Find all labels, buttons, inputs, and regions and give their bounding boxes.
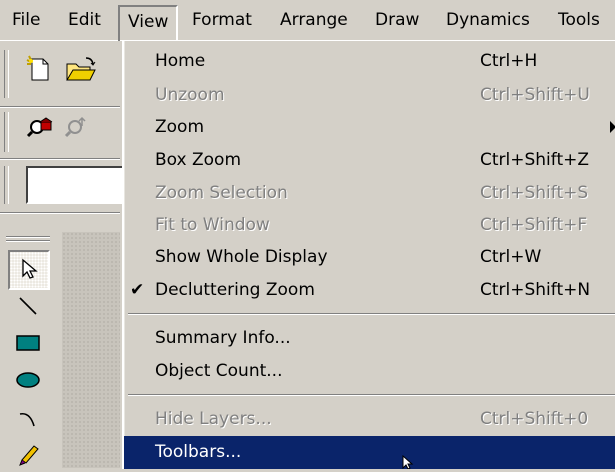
- toolbar-divider: [0, 212, 120, 214]
- menu-item-label: Summary Info...: [155, 328, 291, 348]
- arc-icon: [19, 412, 35, 427]
- line-icon: [19, 297, 37, 315]
- menu-edit[interactable]: Edit: [60, 0, 109, 40]
- palette-grip[interactable]: [6, 240, 50, 242]
- menu-item-label: Decluttering Zoom: [155, 280, 315, 300]
- menu-item-summary-info[interactable]: Summary Info...: [124, 322, 615, 354]
- drawing-palette: [0, 232, 62, 468]
- menu-item-box-zoom[interactable]: Box Zoom Ctrl+Shift+Z: [124, 144, 615, 176]
- menu-item-shortcut: Ctrl+Shift+N: [480, 280, 591, 300]
- drawing-canvas[interactable]: [62, 232, 120, 468]
- menu-item-hide-layers: Hide Layers... Ctrl+Shift+0: [124, 403, 615, 435]
- menu-item-show-whole-display[interactable]: Show Whole Display Ctrl+W: [124, 241, 615, 273]
- menu-item-shortcut: Ctrl+Shift+S: [480, 183, 589, 203]
- menu-item-shortcut: Ctrl+Shift+0: [480, 409, 589, 429]
- menu-item-shortcut: Ctrl+Shift+F: [480, 215, 588, 235]
- checkmark-icon: ✔: [130, 280, 145, 300]
- menu-item-label: Toolbars...: [155, 442, 242, 462]
- menu-item-object-count[interactable]: Object Count...: [124, 355, 615, 387]
- menu-item-shortcut: Ctrl+Shift+U: [480, 85, 590, 105]
- menu-bar: File Edit View Format Arrange Draw Dynam…: [0, 0, 615, 41]
- toolbar-text-input[interactable]: [26, 166, 130, 204]
- menu-item-label: Fit to Window: [155, 215, 270, 235]
- toolbar-grip[interactable]: [4, 50, 9, 98]
- menu-item-zoom[interactable]: Zoom: [124, 111, 615, 143]
- mouse-cursor-icon: [402, 455, 414, 469]
- view-menu-dropdown: Home Ctrl+H Unzoom Ctrl+Shift+U Zoom Box…: [122, 40, 615, 469]
- menu-item-fit-to-window: Fit to Window Ctrl+Shift+F: [124, 209, 615, 241]
- toolbar-grip[interactable]: [4, 166, 9, 204]
- palette-grip[interactable]: [6, 236, 50, 238]
- menu-item-shortcut: Ctrl+H: [480, 51, 538, 71]
- zoom-tool-icon[interactable]: [26, 114, 56, 149]
- pan-zoom-icon: [64, 114, 94, 149]
- open-folder-icon[interactable]: [64, 54, 98, 89]
- pencil-icon: [19, 445, 39, 466]
- new-document-icon[interactable]: [24, 54, 54, 89]
- menu-arrange[interactable]: Arrange: [272, 0, 356, 40]
- menu-item-label: Hide Layers...: [155, 409, 272, 429]
- submenu-arrow-icon: [610, 121, 615, 133]
- rectangle-tool[interactable]: [8, 324, 46, 360]
- menu-item-label: Show Whole Display: [155, 247, 328, 267]
- arc-tool[interactable]: [8, 400, 46, 436]
- menu-format[interactable]: Format: [184, 0, 260, 40]
- menu-view[interactable]: View: [118, 5, 179, 41]
- line-tool[interactable]: [8, 288, 46, 324]
- menu-dynamics[interactable]: Dynamics: [438, 0, 538, 40]
- menu-item-label: Box Zoom: [155, 150, 242, 170]
- menu-item-label: Zoom Selection: [155, 183, 288, 203]
- menu-item-label: Home: [155, 51, 206, 71]
- menu-item-toolbars[interactable]: Toolbars...: [124, 436, 615, 469]
- toolbar-grip[interactable]: [4, 112, 9, 152]
- menu-item-unzoom: Unzoom Ctrl+Shift+U: [124, 79, 615, 111]
- menu-separator: [128, 313, 615, 315]
- ellipse-tool[interactable]: [8, 362, 46, 398]
- pencil-tool[interactable]: [8, 436, 46, 472]
- menu-separator: [128, 394, 615, 396]
- menu-item-decluttering-zoom[interactable]: ✔ Decluttering Zoom Ctrl+Shift+N: [124, 274, 615, 306]
- menu-tools[interactable]: Tools: [550, 0, 608, 40]
- pointer-icon: [22, 258, 38, 279]
- menu-item-shortcut: Ctrl+W: [480, 247, 542, 267]
- menu-item-label: Unzoom: [155, 85, 225, 105]
- rectangle-icon: [16, 335, 40, 351]
- toolbar-divider: [0, 106, 120, 108]
- pointer-tool[interactable]: [8, 250, 50, 290]
- menu-file[interactable]: File: [4, 0, 48, 40]
- menu-item-label: Object Count...: [155, 361, 283, 381]
- toolbar-divider: [0, 158, 120, 160]
- menu-draw[interactable]: Draw: [367, 0, 427, 40]
- menu-item-zoom-selection: Zoom Selection Ctrl+Shift+S: [124, 177, 615, 209]
- ellipse-icon: [16, 372, 40, 388]
- menu-item-home[interactable]: Home Ctrl+H: [124, 45, 615, 77]
- menu-item-shortcut: Ctrl+Shift+Z: [480, 150, 590, 170]
- menu-item-label: Zoom: [155, 117, 205, 137]
